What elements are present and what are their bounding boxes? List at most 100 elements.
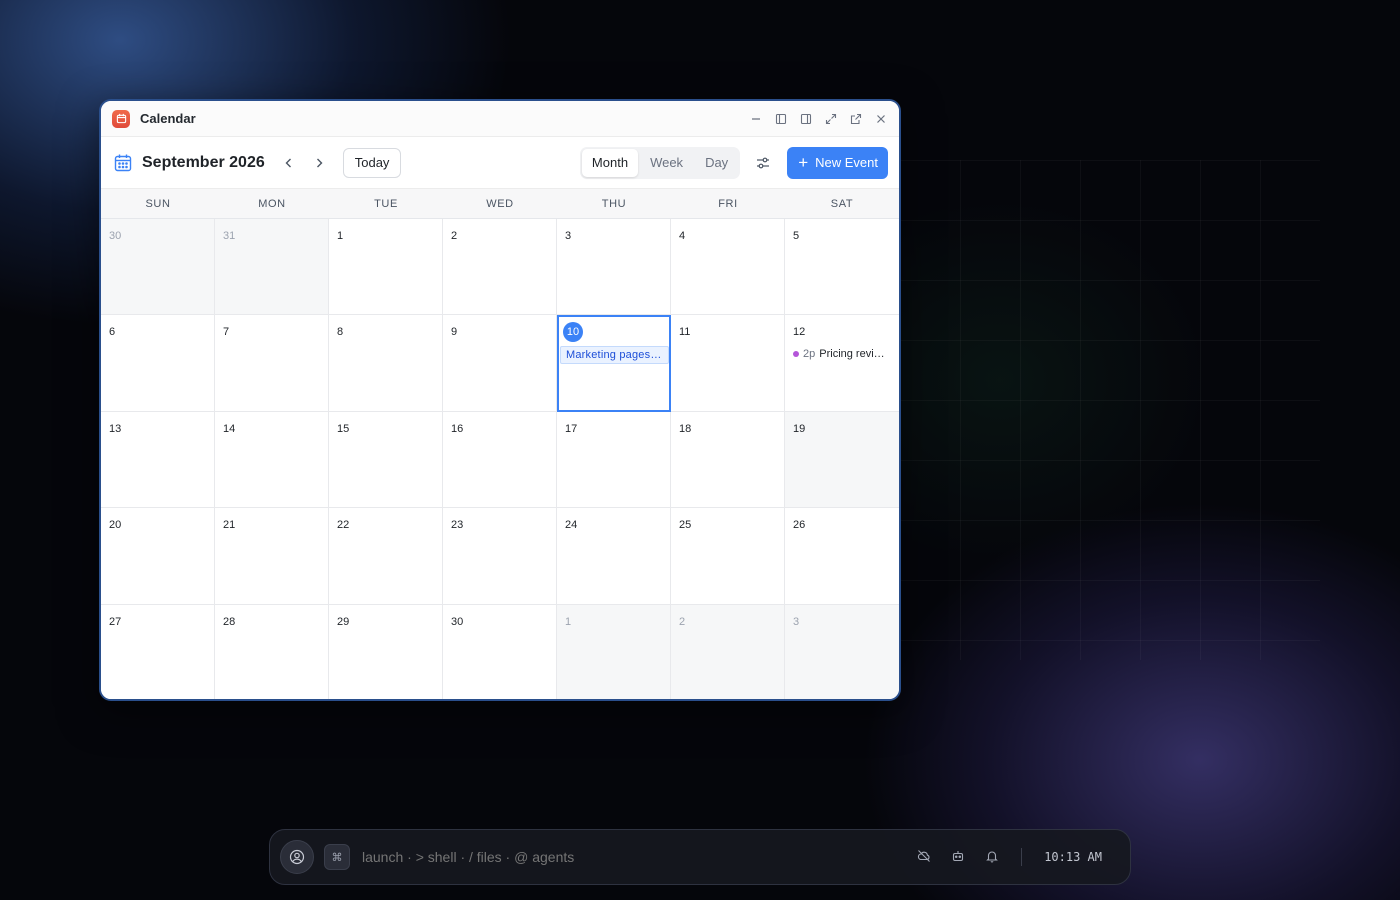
user-avatar[interactable] (280, 840, 314, 874)
day-number: 26 (793, 519, 806, 532)
day-cell[interactable]: 11 (671, 315, 785, 412)
day-cell[interactable]: 6 (101, 315, 215, 412)
view-day-tab[interactable]: Day (695, 149, 738, 177)
new-event-label: New Event (815, 155, 878, 170)
chevron-left-icon (285, 158, 291, 167)
weekday-label: WED (486, 198, 514, 210)
sidebar-left-icon[interactable] (773, 111, 789, 127)
day-cell[interactable]: 8 (329, 315, 443, 412)
day-cell[interactable]: 7 (215, 315, 329, 412)
event-title: Pricing revi… (819, 348, 885, 361)
next-month-button[interactable] (307, 151, 331, 175)
weekday-label: SUN (145, 198, 171, 210)
day-number: 7 (223, 326, 230, 339)
previous-month-button[interactable] (277, 151, 301, 175)
day-cell[interactable]: 13 (101, 411, 215, 509)
filter-settings-button[interactable] (752, 152, 774, 174)
maximize-icon[interactable] (823, 111, 839, 127)
event-item[interactable]: 2p Pricing revi… (793, 348, 891, 360)
day-cell[interactable]: 16 (443, 411, 557, 509)
day-cell[interactable]: 29 (329, 604, 443, 699)
sidebar-right-icon[interactable] (798, 111, 814, 127)
day-cell[interactable]: 24 (557, 508, 671, 605)
day-cell[interactable]: 28 (215, 604, 329, 699)
new-event-button[interactable]: + New Event (787, 146, 888, 179)
day-cell[interactable]: 1 (557, 604, 671, 699)
day-cell[interactable]: 23 (443, 508, 557, 605)
title-bar: Calendar (101, 101, 899, 137)
day-number: 21 (223, 519, 236, 532)
sliders-icon (757, 157, 770, 168)
day-number: 6 (109, 326, 116, 339)
minimize-icon[interactable] (748, 111, 764, 127)
day-cell[interactable]: 25 (671, 508, 785, 605)
view-month-tab[interactable]: Month (581, 148, 639, 177)
day-number: 4 (679, 230, 686, 242)
day-number: 29 (337, 615, 350, 628)
day-number: 28 (223, 615, 236, 628)
close-icon[interactable] (873, 111, 889, 127)
day-number: 25 (679, 519, 692, 532)
month-title: September 2026 (142, 153, 265, 171)
robot-icon[interactable] (951, 849, 967, 865)
event-chip[interactable]: Marketing pages… (560, 346, 669, 365)
day-number: 12 (793, 326, 806, 339)
day-cell[interactable]: 22 (329, 508, 443, 605)
day-number: 8 (337, 326, 344, 339)
day-number: 16 (451, 422, 464, 435)
day-cell[interactable]: 18 (671, 411, 785, 509)
weekday-header: SUN MON TUE WED THU FRI SAT (101, 189, 899, 219)
day-cell[interactable]: 2 (443, 219, 557, 316)
chevron-right-icon (316, 158, 323, 167)
view-switcher: Month Week Day (579, 146, 741, 179)
calendar-window: Calendar September 2026 Today Month Week… (99, 99, 901, 701)
day-number: 30 (451, 615, 464, 628)
day-number: 18 (679, 422, 692, 435)
plus-icon: + (798, 153, 809, 172)
day-cell[interactable]: 30 (101, 219, 215, 316)
day-cell-today[interactable]: 10 Marketing pages… (557, 315, 671, 412)
day-number: 3 (565, 230, 572, 242)
day-cell[interactable]: 14 (215, 411, 329, 509)
day-cell[interactable]: 2 (671, 604, 785, 699)
day-number: 1 (565, 615, 572, 628)
view-week-tab[interactable]: Week (640, 149, 693, 177)
day-cell[interactable]: 26 (785, 508, 899, 605)
day-cell[interactable]: 5 (785, 219, 899, 316)
today-button[interactable]: Today (342, 147, 402, 178)
calendar-icon (113, 153, 133, 173)
day-number: 31 (223, 230, 236, 242)
day-cell[interactable]: 1 (329, 219, 443, 316)
day-cell[interactable]: 19 (785, 411, 899, 509)
day-number: 22 (337, 519, 350, 532)
weekday-label: MON (258, 198, 286, 210)
day-cell[interactable]: 9 (443, 315, 557, 412)
day-cell[interactable]: 31 (215, 219, 329, 316)
day-cell[interactable]: 12 2p Pricing revi… (785, 315, 899, 412)
day-number: 9 (451, 326, 458, 339)
day-number: 30 (109, 230, 122, 242)
day-cell[interactable]: 4 (671, 219, 785, 316)
bell-icon[interactable] (985, 849, 1001, 865)
day-cell[interactable]: 17 (557, 411, 671, 509)
day-number: 20 (109, 519, 122, 532)
day-cell[interactable]: 15 (329, 411, 443, 509)
event-time: 2p (803, 348, 816, 361)
clock-time: 10:13 AM (1044, 850, 1102, 864)
day-cell[interactable]: 3 (785, 604, 899, 699)
popout-icon[interactable] (848, 111, 864, 127)
cloud-off-icon[interactable] (917, 849, 933, 865)
day-cell[interactable]: 27 (101, 604, 215, 699)
day-number: 15 (337, 422, 350, 435)
command-dock: ⌘ 10:13 AM (269, 829, 1131, 885)
command-key-icon[interactable]: ⌘ (324, 844, 350, 870)
command-input[interactable] (362, 849, 918, 865)
calendar-toolbar: September 2026 Today Month Week Day + Ne… (101, 137, 899, 189)
day-cell[interactable]: 3 (557, 219, 671, 316)
day-cell[interactable]: 21 (215, 508, 329, 605)
day-number: 5 (793, 230, 800, 242)
day-cell[interactable]: 20 (101, 508, 215, 605)
weekday-label: SAT (830, 198, 854, 210)
day-number: 11 (679, 326, 691, 339)
day-cell[interactable]: 30 (443, 604, 557, 699)
